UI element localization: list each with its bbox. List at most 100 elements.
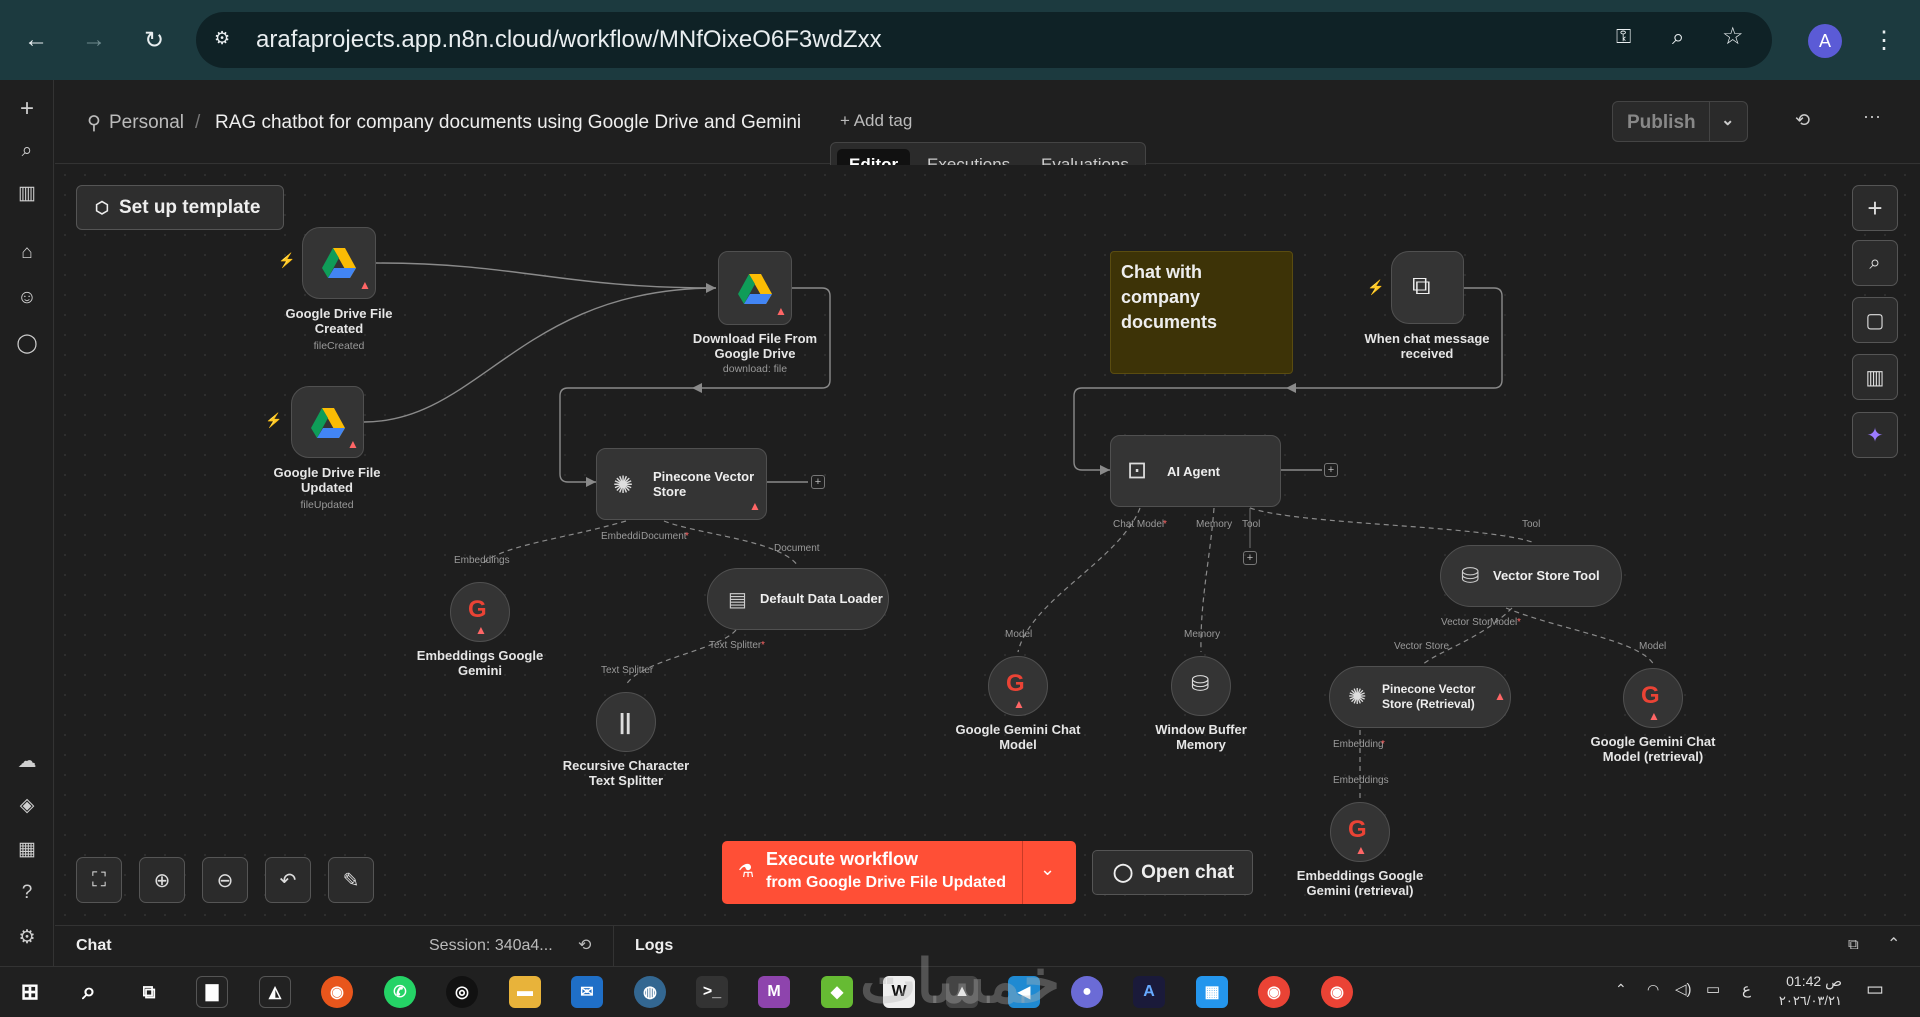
node-label: Embeddings Google Gemini (retrieval) <box>1296 868 1424 898</box>
app-diamond-icon[interactable]: ◆ <box>821 976 853 1008</box>
node-text-splitter[interactable]: || <box>596 692 656 752</box>
add-node-button[interactable]: + <box>1324 463 1338 477</box>
setup-template-label: Set up template <box>118 196 261 218</box>
database-icon: ⛁ <box>1461 563 1480 588</box>
trigger-bolt-icon: ⚡ <box>265 412 283 428</box>
firefox-icon[interactable]: ◉ <box>321 976 353 1008</box>
google-drive-icon <box>311 408 345 438</box>
logs-panel-label[interactable]: Logs <box>635 937 673 955</box>
sticky-note[interactable]: Chat with company documents <box>1110 251 1293 374</box>
add-tool-button[interactable]: + <box>1243 551 1257 565</box>
sticky-note-icon[interactable]: ▢ <box>1852 297 1898 343</box>
required-mark: * <box>761 640 765 651</box>
file-explorer-icon[interactable]: ▬ <box>509 976 541 1008</box>
chat-panel-label[interactable]: Chat <box>76 937 112 955</box>
chevron-down-icon[interactable]: ⌄ <box>1040 859 1055 880</box>
add-node-button[interactable]: + <box>811 475 825 489</box>
chrome-profile-icon[interactable]: ◉ <box>1321 976 1353 1008</box>
node-download-file[interactable]: ▲ <box>718 251 792 325</box>
volume-icon[interactable]: ◁) <box>1675 980 1692 998</box>
open-chat-button[interactable]: ◯ Open chat <box>1092 850 1253 895</box>
notification-icon[interactable]: ▭ <box>1866 978 1884 1001</box>
execute-divider <box>1022 841 1023 904</box>
app-a-icon[interactable]: A <box>1133 976 1165 1008</box>
app-chart-icon[interactable]: ▇ <box>196 976 228 1008</box>
google-drive-icon <box>322 248 356 278</box>
node-label: Pinecone Vector Store <box>653 469 755 499</box>
node-label: Google Drive File Updated <box>273 465 381 495</box>
warning-icon: ▲ <box>347 437 359 451</box>
windows-start-icon[interactable]: ⊞ <box>14 976 46 1008</box>
trigger-bolt-icon: ⚡ <box>278 252 296 268</box>
slot-label: Vector Stor <box>1441 617 1491 628</box>
slot-label: Model <box>1005 629 1033 640</box>
wifi-icon[interactable]: ◠ <box>1647 981 1659 998</box>
app-circle-icon[interactable]: ◎ <box>446 976 478 1008</box>
node-default-data-loader[interactable]: ▤ Default Data Loader <box>707 568 889 630</box>
node-pinecone-retrieval[interactable]: ✺ Pinecone Vector Store (Retrieval) ▲ <box>1329 666 1511 728</box>
node-window-buffer-memory[interactable]: ⛁ <box>1171 656 1231 716</box>
node-sublabel: fileUpdated <box>300 499 354 511</box>
terminal-icon[interactable]: >_ <box>696 976 728 1008</box>
session-id: Session: 340a4... <box>429 937 553 954</box>
battery-icon[interactable]: ▭ <box>1706 980 1720 998</box>
setup-template-button[interactable]: ⬡ Set up template <box>76 185 284 230</box>
zoom-in-icon[interactable]: ⊕ <box>139 857 185 903</box>
execute-workflow-button[interactable]: ⚗ Execute workflow from Google Drive Fil… <box>722 841 1076 904</box>
node-vector-store-tool[interactable]: ⛁ Vector Store Tool <box>1440 545 1622 607</box>
chevron-up-icon[interactable]: ⌃ <box>1887 934 1900 954</box>
undo-icon[interactable]: ↶ <box>265 857 311 903</box>
chrome-icon[interactable]: ◉ <box>1258 976 1290 1008</box>
search-nodes-icon[interactable]: ⌕ <box>1852 240 1898 286</box>
required-mark: * <box>685 531 689 542</box>
docker-icon[interactable]: ▦ <box>1196 976 1228 1008</box>
whatsapp-icon[interactable]: ✆ <box>384 976 416 1008</box>
postgres-icon[interactable]: ◍ <box>634 976 666 1008</box>
slot-label: Model <box>1639 641 1667 652</box>
chevron-up-icon[interactable]: ⌃ <box>1615 981 1627 998</box>
ai-assistant-icon[interactable]: ✦ <box>1852 412 1898 458</box>
clock-time[interactable]: 01:42 ص <box>1780 973 1842 990</box>
add-node-panel-button[interactable]: + <box>1852 185 1898 231</box>
app-anaconda-icon[interactable]: ◭ <box>259 976 291 1008</box>
node-google-drive-file-created[interactable]: ▲ <box>302 227 376 299</box>
node-gemini-chat-retrieval[interactable]: G ▲ <box>1623 668 1683 728</box>
search-icon[interactable]: ⌕ <box>73 976 105 1008</box>
node-google-drive-file-updated[interactable]: ▲ <box>291 386 364 458</box>
node-ai-agent[interactable]: ⊡ AI Agent <box>1110 435 1281 507</box>
chat-bubble-icon: ◯ <box>1113 862 1134 882</box>
tidy-up-icon[interactable]: ✎ <box>328 857 374 903</box>
node-sublabel: download: file <box>722 363 788 375</box>
language-indicator[interactable]: ع <box>1742 980 1751 998</box>
open-chat-label: Open chat <box>1141 861 1235 883</box>
slot-label: Vector Store <box>1394 641 1450 652</box>
node-label: Default Data Loader <box>760 591 883 606</box>
warning-icon: ▲ <box>1648 709 1660 723</box>
google-icon: G <box>1348 816 1367 843</box>
node-gemini-chat-model[interactable]: G ▲ <box>988 656 1048 716</box>
task-view-icon[interactable]: ⧉ <box>133 976 165 1008</box>
warning-icon: ▲ <box>1494 689 1506 703</box>
node-label: Google Drive File Created <box>285 306 393 336</box>
node-chat-trigger[interactable]: ⧉ <box>1391 251 1464 324</box>
node-embeddings-google-gemini[interactable]: G ▲ <box>450 582 510 642</box>
popout-icon[interactable]: ⧉ <box>1848 936 1859 953</box>
app-bubble-icon[interactable]: ● <box>1071 976 1103 1008</box>
slot-label: Embedding <box>1333 739 1384 750</box>
slot-label: Text Splitter <box>601 665 654 676</box>
app-m-icon[interactable]: M <box>758 976 790 1008</box>
fit-view-icon[interactable]: ⛶ <box>76 857 122 903</box>
node-sublabel: fileCreated <box>313 340 365 352</box>
clock-date[interactable]: ٢٠٢٦/٠٣/٢١ <box>1768 993 1842 1009</box>
watermark-text: خمسات <box>860 948 1061 1015</box>
reset-session-icon[interactable]: ⟲ <box>578 935 591 955</box>
node-label: Embeddings Google Gemini <box>416 648 544 678</box>
zoom-out-icon[interactable]: ⊖ <box>202 857 248 903</box>
google-icon: G <box>1641 682 1660 709</box>
side-panel-icon[interactable]: ▥ <box>1852 354 1898 400</box>
outlook-icon[interactable]: ✉ <box>571 976 603 1008</box>
slot-label: Memory <box>1184 629 1221 640</box>
slot-label: Document <box>774 543 820 554</box>
node-embeddings-retrieval[interactable]: G ▲ <box>1330 802 1390 862</box>
node-pinecone-vector-store[interactable]: ✺ Pinecone Vector Store ▲ <box>596 448 767 520</box>
